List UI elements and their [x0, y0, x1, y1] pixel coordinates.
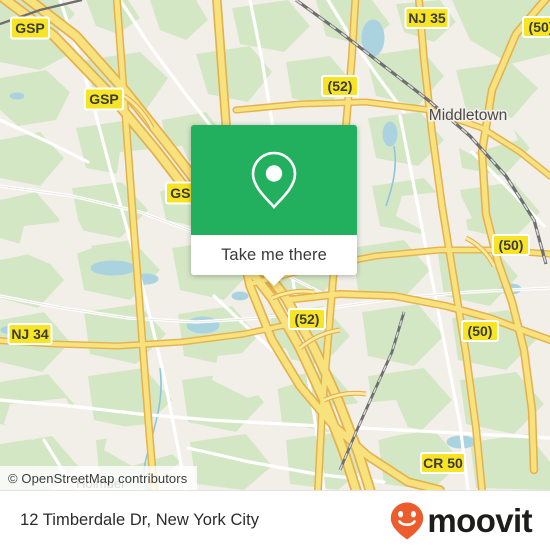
road-shield-label: (52) [295, 311, 320, 327]
moovit-map-screen: Middletown GSPGSPGSPNJ 35(52)(50)(50)(50… [0, 0, 550, 550]
address-label: 12 Timberdale Dr, New York City [20, 511, 260, 529]
road-shield--50-: (50) [522, 16, 550, 38]
moovit-logo[interactable]: moovit [389, 501, 533, 541]
popup-header [191, 125, 357, 235]
bottom-bar: 12 Timberdale Dr, New York City moovit [0, 490, 550, 550]
osm-attribution[interactable]: © OpenStreetMap contributors [0, 466, 198, 490]
location-popup[interactable]: Take me there [191, 125, 357, 286]
road-shield-label: (50) [468, 323, 493, 339]
popup-action-bar[interactable]: Take me there [191, 235, 357, 286]
road-shield-label: CR 50 [423, 455, 463, 471]
svg-text:Middletown: Middletown [429, 107, 507, 124]
road-shield-gsp: GSP [10, 16, 50, 40]
road-shield--50-: (50) [461, 320, 499, 342]
road-shield--50-: (50) [492, 234, 530, 256]
road-shield-label: (50) [529, 19, 550, 35]
road-shield--52-: (52) [288, 308, 326, 330]
road-shield-label: GSP [89, 91, 119, 107]
take-me-there-label: Take me there [221, 245, 327, 264]
road-shield-label: NJ 35 [408, 10, 446, 26]
moovit-smiley-pin-icon [391, 502, 424, 539]
road-shield-label: GSP [15, 20, 45, 36]
road-shield-label: (50) [499, 237, 524, 253]
map-place-label-middletown: Middletown [427, 105, 509, 125]
road-shield-nj-34: NJ 34 [7, 323, 53, 345]
road-shield--52-: (52) [321, 75, 359, 97]
road-shield-label: NJ 34 [11, 326, 49, 342]
popup-tail [263, 275, 285, 286]
road-shield-cr-50: CR 50 [420, 452, 466, 474]
road-shield-label: (52) [328, 78, 353, 94]
moovit-wordmark: moovit [427, 502, 532, 539]
road-shield-nj-35: NJ 35 [404, 7, 450, 29]
road-shield-gsp: GSP [84, 87, 124, 111]
map-pin-icon [251, 151, 297, 209]
